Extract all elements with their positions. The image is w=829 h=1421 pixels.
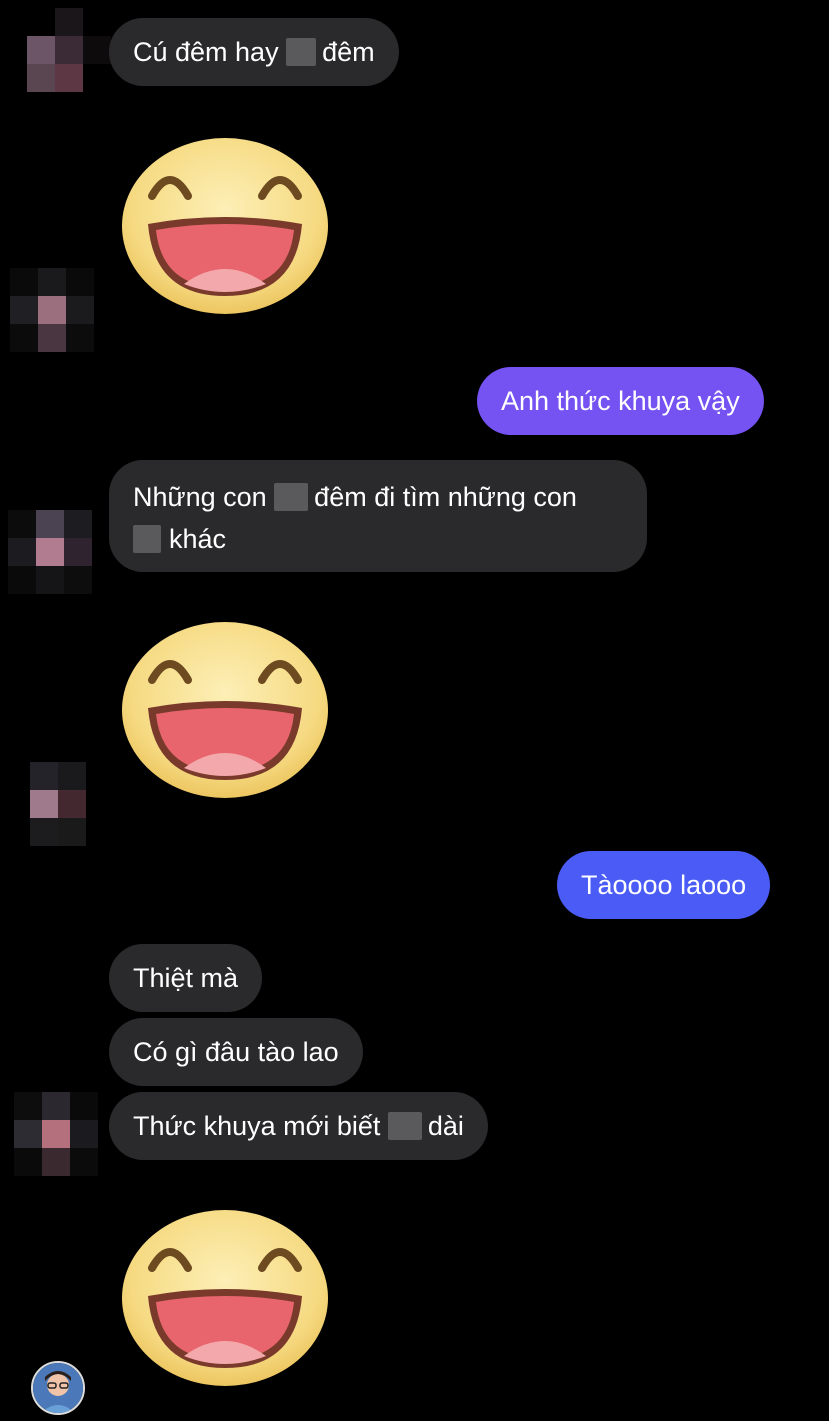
sender-avatar-pixelated[interactable] <box>30 762 114 846</box>
message-text: Cú đêm hay <box>133 37 287 67</box>
message-bubble-incoming[interactable]: Có gì đâu tào lao <box>109 1018 363 1086</box>
person-avatar-icon <box>33 1363 83 1413</box>
seen-avatar[interactable] <box>31 1361 85 1415</box>
sender-avatar-pixelated[interactable] <box>27 8 111 92</box>
message-bubble-outgoing[interactable]: Anh thức khuya vậy <box>477 367 764 435</box>
message-bubble-incoming[interactable]: Cú đêm hay đêm <box>109 18 399 86</box>
sender-avatar-pixelated[interactable] <box>10 268 94 352</box>
message-text: Anh thức khuya vậy <box>501 386 740 416</box>
message-text: đêm đi tìm những con <box>314 482 577 512</box>
message-bubble-incoming[interactable]: Những con đêm đi tìm những con khác <box>109 460 647 572</box>
message-text: dài <box>427 1111 464 1141</box>
redaction-box <box>133 525 161 553</box>
message-text: khác <box>169 524 227 554</box>
redaction-box <box>274 483 309 511</box>
message-bubble-incoming[interactable]: Thức khuya mới biết dài <box>109 1092 488 1160</box>
laughing-face-sticker[interactable] <box>120 136 330 316</box>
message-text: Thiệt mà <box>133 963 239 993</box>
redaction-box <box>286 38 317 66</box>
laughing-face-sticker[interactable] <box>120 1208 330 1388</box>
message-text: Những con <box>133 482 275 512</box>
message-text: Thức khuya mới biết <box>133 1111 388 1141</box>
message-text: đêm <box>322 37 375 67</box>
message-text: Tàoooo laooo <box>581 870 747 900</box>
redaction-box <box>387 1112 422 1140</box>
laughing-face-sticker[interactable] <box>120 620 330 800</box>
message-bubble-incoming[interactable]: Thiệt mà <box>109 944 263 1012</box>
sender-avatar-pixelated[interactable] <box>8 510 92 594</box>
message-text: Có gì đâu tào lao <box>133 1037 339 1067</box>
message-bubble-outgoing[interactable]: Tàoooo laooo <box>557 851 771 919</box>
sender-avatar-pixelated[interactable] <box>14 1092 98 1176</box>
